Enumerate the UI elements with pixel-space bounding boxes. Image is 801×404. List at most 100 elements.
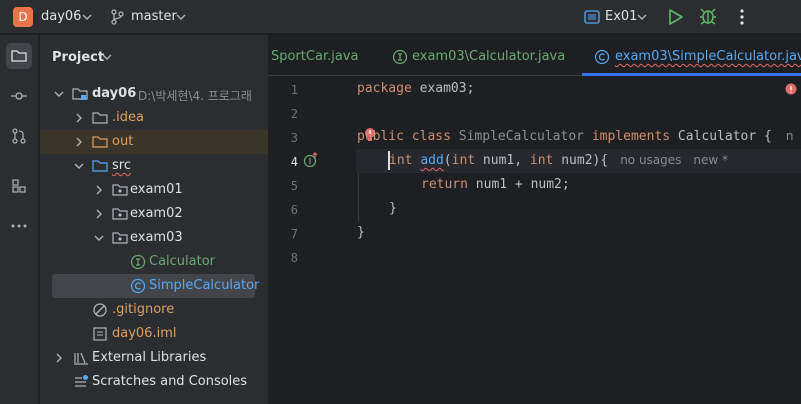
code-token: num2){ xyxy=(553,153,609,168)
package-icon xyxy=(112,184,128,196)
interface-icon xyxy=(392,49,408,65)
code-token: public xyxy=(357,129,404,144)
implements-method-icon[interactable] xyxy=(303,152,319,168)
code-token: exam03; xyxy=(411,81,475,96)
structure-icon xyxy=(12,179,26,193)
line-number: 6 xyxy=(290,203,298,217)
pull-request-icon xyxy=(12,128,26,144)
line-number: 8 xyxy=(290,251,298,265)
tree-item-label: exam02 xyxy=(130,206,183,221)
tree-item-exam01[interactable]: exam01 xyxy=(40,178,268,202)
chevron-down-icon[interactable] xyxy=(82,12,92,22)
tree-item-calculator[interactable]: Calculator xyxy=(40,250,268,274)
module-folder-icon xyxy=(72,88,88,100)
project-selector[interactable]: day06 xyxy=(41,9,81,24)
branch-selector[interactable]: master xyxy=(131,9,177,24)
code-line-1[interactable]: package exam03; xyxy=(357,81,474,96)
tree-item-day06[interactable]: day06 D:\박세현\4. 프로그래 xyxy=(40,82,268,106)
commit-icon xyxy=(11,92,27,100)
code-token: ( xyxy=(443,153,452,168)
code-token: class xyxy=(403,129,459,144)
ignored-file-icon xyxy=(93,303,107,317)
panel-title[interactable]: Project xyxy=(52,50,104,65)
debug-icon[interactable] xyxy=(698,6,718,26)
inlay-hint: n xyxy=(785,129,794,143)
tree-item-out[interactable]: out xyxy=(40,130,268,154)
code-token: package xyxy=(357,81,412,96)
tree-item-gitignore[interactable]: .gitignore xyxy=(40,298,268,322)
run-configuration-selector[interactable]: Ex01 xyxy=(605,9,637,24)
indent-guide xyxy=(358,173,359,221)
class-icon xyxy=(594,49,610,65)
structure-tool-button[interactable] xyxy=(6,173,32,199)
chevron-down-icon[interactable] xyxy=(637,12,647,22)
chevron-down-icon[interactable] xyxy=(176,12,186,22)
code-token: Calculator xyxy=(677,129,757,144)
line-number: 1 xyxy=(290,83,298,97)
tree-item-simplecalculator[interactable]: SimpleCalculator xyxy=(52,274,259,298)
code-line-7[interactable]: } xyxy=(357,225,365,240)
code-token: add xyxy=(420,153,444,168)
run-icon[interactable] xyxy=(665,7,685,27)
tree-item-label: External Libraries xyxy=(92,350,207,365)
tree-item-label: Calculator xyxy=(149,254,216,269)
tool-window-strip xyxy=(0,35,39,404)
inlay-hint-usages[interactable]: no usages xyxy=(620,153,681,167)
editor-tab-bar: SportCar.java exam03\Calculator.java exa… xyxy=(268,35,801,76)
code-token: return xyxy=(421,177,468,192)
tab-calculator[interactable]: exam03\Calculator.java xyxy=(412,49,565,64)
tree-item-external-libraries[interactable]: External Libraries xyxy=(40,346,268,370)
library-icon xyxy=(74,352,88,365)
excluded-folder-icon xyxy=(92,136,108,148)
module-file-icon xyxy=(93,327,107,341)
commit-tool-button[interactable] xyxy=(6,83,32,109)
tree-item-exam03[interactable]: exam03 xyxy=(40,226,268,250)
chevron-right-icon[interactable] xyxy=(74,113,84,123)
tree-item-iml[interactable]: day06.iml xyxy=(40,322,268,346)
scratches-icon xyxy=(75,375,88,387)
chevron-down-icon[interactable] xyxy=(74,161,84,171)
project-badge-icon[interactable]: D xyxy=(13,7,33,27)
chevron-right-icon[interactable] xyxy=(94,209,104,219)
tree-item-exam02[interactable]: exam02 xyxy=(40,202,268,226)
chevron-right-icon[interactable] xyxy=(54,353,64,363)
tree-item-label: .gitignore xyxy=(112,302,175,317)
error-indicator-icon[interactable] xyxy=(785,83,797,95)
project-path: D:\박세현\4. 프로그래 xyxy=(138,89,252,103)
pull-requests-tool-button[interactable] xyxy=(6,123,32,149)
editor-area: SportCar.java exam03\Calculator.java exa… xyxy=(268,35,801,404)
line-number: 2 xyxy=(290,107,298,121)
project-panel: Project day06 D:\박세현\4. 프로그래 .idea out s… xyxy=(40,35,268,404)
tree-item-label: out xyxy=(112,134,134,149)
main-toolbar: D day06 master Ex01 xyxy=(0,0,801,34)
inlay-hint-author[interactable]: new * xyxy=(693,153,728,167)
code-line-5[interactable]: return num1 + num2; xyxy=(421,177,570,192)
line-number: 5 xyxy=(290,179,298,193)
project-tool-button[interactable] xyxy=(6,43,32,69)
code-line-4[interactable]: int add(int num1, int num2){no usages new… xyxy=(389,153,728,168)
line-number: 7 xyxy=(290,227,298,241)
code-token: int xyxy=(451,153,476,168)
tab-simplecalculator[interactable]: exam03\SimpleCalculator.java xyxy=(615,49,801,64)
tree-item-label: src xyxy=(112,158,131,173)
code-line-6[interactable]: } xyxy=(389,201,397,216)
line-number: 4 xyxy=(290,155,298,169)
more-options-icon[interactable] xyxy=(735,7,749,27)
chevron-down-icon[interactable] xyxy=(54,89,64,99)
code-line-3[interactable]: public class SimpleCalculator implements… xyxy=(357,129,793,144)
more-tools-button[interactable] xyxy=(6,213,32,239)
tree-item-scratches[interactable]: Scratches and Consoles xyxy=(40,370,268,394)
chevron-right-icon[interactable] xyxy=(94,185,104,195)
tree-item-label: exam03 xyxy=(130,230,183,245)
git-branch-icon[interactable] xyxy=(110,9,124,25)
code-token: int xyxy=(529,153,554,168)
code-token: { xyxy=(756,129,772,144)
tree-item-src[interactable]: src xyxy=(40,154,268,178)
chevron-down-icon[interactable] xyxy=(102,52,112,62)
package-icon xyxy=(112,232,128,244)
tree-item-label: .idea xyxy=(112,110,144,125)
tree-item-idea[interactable]: .idea xyxy=(40,106,268,130)
chevron-down-icon[interactable] xyxy=(94,233,104,243)
chevron-right-icon[interactable] xyxy=(74,137,84,147)
tab-sportcar[interactable]: SportCar.java xyxy=(271,49,358,64)
